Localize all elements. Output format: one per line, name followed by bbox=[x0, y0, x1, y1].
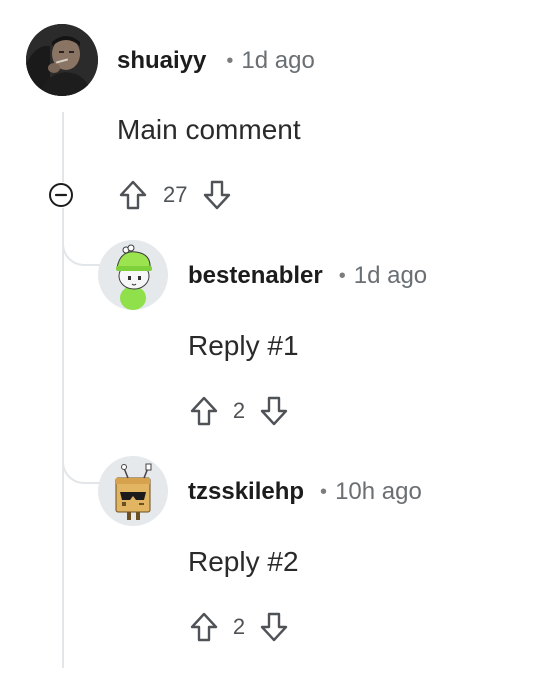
separator-dot: • bbox=[320, 480, 328, 503]
comment-body: Reply #1 bbox=[188, 330, 299, 361]
vote-controls: 2 bbox=[186, 609, 292, 645]
upvote-button[interactable] bbox=[115, 177, 151, 213]
arrow-up-icon bbox=[190, 396, 218, 426]
timestamp[interactable]: 1d ago bbox=[354, 262, 427, 290]
comment-header: shuaiyy • 1d ago bbox=[117, 46, 315, 76]
comment-header: tzsskilehp • 10h ago bbox=[188, 477, 422, 507]
reply-branch-line bbox=[62, 446, 100, 484]
arrow-up-icon bbox=[119, 180, 147, 210]
timestamp[interactable]: 10h ago bbox=[335, 478, 422, 506]
avatar[interactable] bbox=[98, 456, 168, 526]
vote-count: 2 bbox=[232, 614, 246, 639]
comment-body: Main comment bbox=[117, 114, 301, 145]
minus-circle-icon bbox=[49, 183, 73, 207]
username[interactable]: bestenabler bbox=[188, 262, 323, 290]
reply-branch-line bbox=[62, 228, 100, 266]
separator-dot: • bbox=[226, 49, 234, 72]
username[interactable]: shuaiyy bbox=[117, 47, 206, 75]
upvote-button[interactable] bbox=[186, 609, 222, 645]
arrow-down-icon bbox=[260, 612, 288, 642]
comment-body: Reply #2 bbox=[188, 546, 299, 577]
comment-header: bestenabler • 1d ago bbox=[188, 261, 427, 291]
separator-dot: • bbox=[338, 264, 346, 287]
vote-count: 27 bbox=[163, 182, 188, 207]
username[interactable]: tzsskilehp bbox=[188, 478, 304, 506]
avatar[interactable] bbox=[26, 24, 98, 96]
arrow-down-icon bbox=[260, 396, 288, 426]
arrow-down-icon bbox=[204, 180, 231, 210]
downvote-button[interactable] bbox=[256, 609, 292, 645]
avatar[interactable] bbox=[98, 240, 168, 310]
vote-controls: 27 bbox=[115, 177, 235, 213]
arrow-up-icon bbox=[190, 612, 218, 642]
vote-count: 2 bbox=[232, 398, 246, 423]
collapse-button[interactable] bbox=[48, 182, 74, 208]
upvote-button[interactable] bbox=[186, 393, 222, 429]
downvote-button[interactable] bbox=[256, 393, 292, 429]
vote-controls: 2 bbox=[186, 393, 292, 429]
timestamp[interactable]: 1d ago bbox=[241, 47, 314, 75]
downvote-button[interactable] bbox=[199, 177, 235, 213]
